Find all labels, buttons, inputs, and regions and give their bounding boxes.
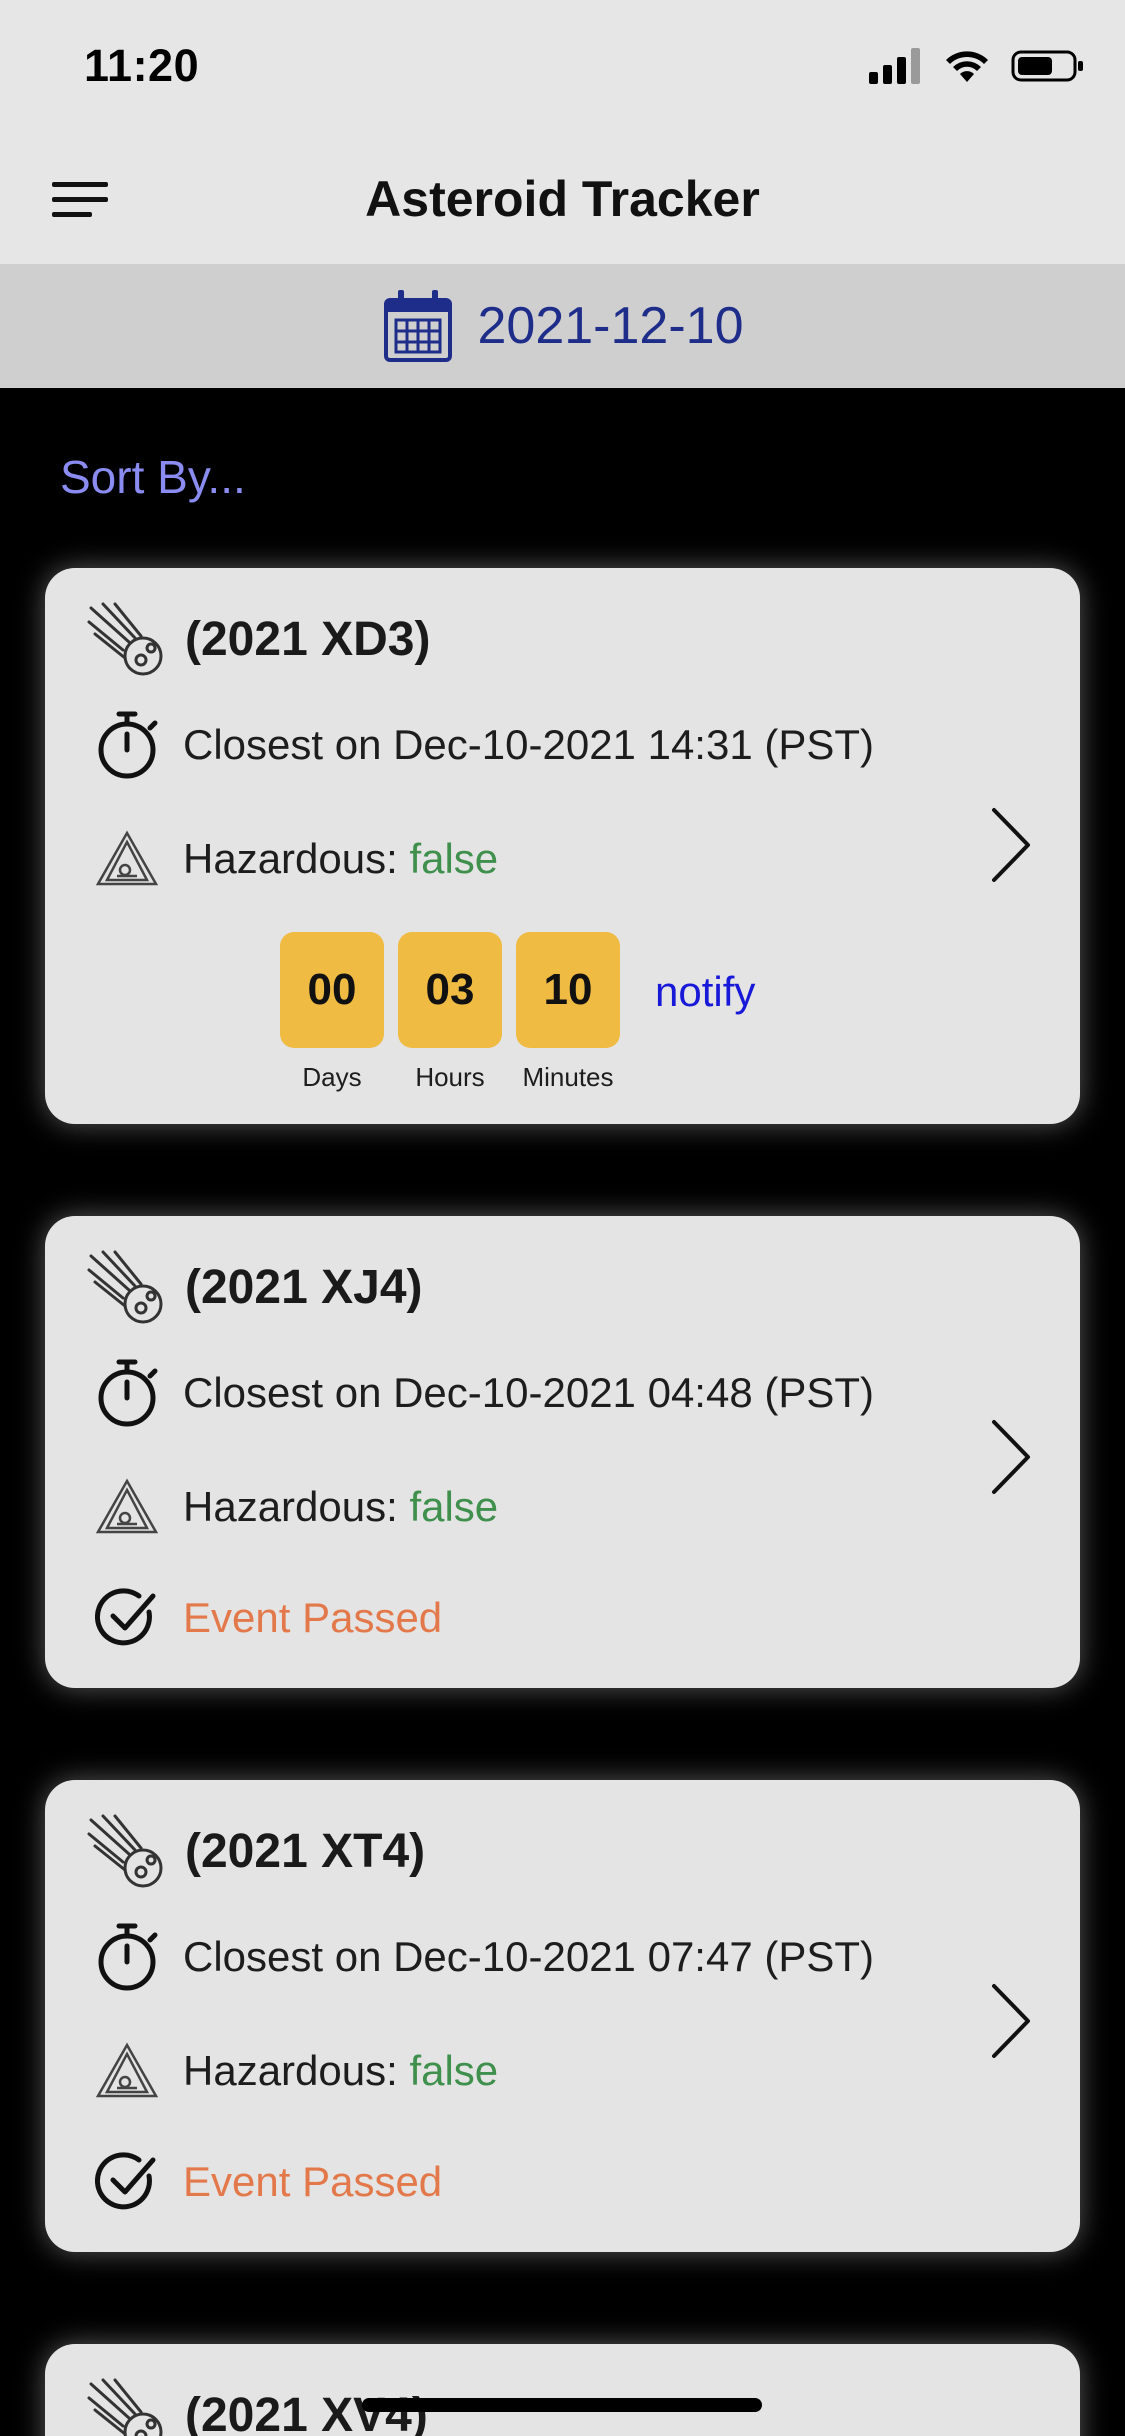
countdown-hours: 03 Hours: [398, 932, 502, 1093]
meteor-icon: [87, 2378, 163, 2436]
hazard-label: Hazardous:: [183, 835, 410, 882]
hazard-row: Hazardous: false: [95, 830, 498, 888]
hours-value: 03: [398, 932, 502, 1048]
hazard-warning-icon: [95, 1478, 159, 1534]
countdown-minutes: 10 Minutes: [516, 932, 620, 1093]
notify-button[interactable]: notify: [655, 968, 755, 1016]
chevron-right-icon[interactable]: [980, 800, 1040, 890]
app-screen: 11:20 Asteroid Tracker 2021-12-10 Sort B…: [0, 0, 1125, 2436]
minutes-value: 10: [516, 932, 620, 1048]
hazard-row: Hazardous: false: [95, 1478, 498, 1536]
battery-icon: [1011, 50, 1083, 82]
wifi-icon: [946, 51, 988, 82]
sort-by-button[interactable]: Sort By...: [60, 450, 246, 504]
chevron-right-icon[interactable]: [980, 1412, 1040, 1502]
status-time: 11:20: [84, 40, 200, 91]
meteor-icon: [87, 1250, 163, 1324]
hours-label: Hours: [415, 1062, 485, 1092]
hazard-value: false: [409, 835, 499, 882]
closest-approach-text: Closest on Dec-10-2021 14:31 (PST): [183, 721, 875, 768]
asteroid-card[interactable]: (2021 XV4): [45, 2344, 1080, 2436]
asteroid-name: (2021 XV4): [185, 2389, 428, 2436]
asteroid-name: (2021 XT4): [185, 1825, 426, 1878]
days-value: 00: [280, 932, 384, 1048]
asteroid-name: (2021 XJ4): [185, 1261, 423, 1314]
selected-date: 2021-12-10: [477, 297, 744, 355]
calendar-icon: [383, 290, 452, 362]
asteroid-card[interactable]: (2021 XD3) Closest on Dec-10-2021 14:31 …: [45, 568, 1080, 1124]
closest-approach-text: Closest on Dec-10-2021 04:48 (PST): [183, 1369, 875, 1416]
top-area: 11:20 Asteroid Tracker: [0, 0, 1125, 264]
countdown-timer: 00 Days 03 Hours 10 Minutes: [280, 932, 620, 1093]
hazard-text: Hazardous: false: [183, 1483, 498, 1531]
status-icons: [869, 48, 1085, 84]
check-circle-icon: [95, 2152, 156, 2210]
hazard-value: false: [409, 1483, 499, 1530]
meteor-icon: [87, 1814, 163, 1888]
meteor-icon: [87, 602, 163, 676]
status-row: Event Passed: [95, 1586, 442, 1650]
asteroid-name: (2021 XD3): [185, 613, 431, 666]
days-label: Days: [302, 1062, 362, 1092]
asteroid-card[interactable]: (2021 XJ4) Closest on Dec-10-2021 04:48 …: [45, 1216, 1080, 1688]
hazard-label: Hazardous:: [183, 1483, 410, 1530]
cellular-signal-icon: [869, 48, 920, 84]
countdown-days: 00 Days: [280, 932, 384, 1093]
closest-row: Closest on Dec-10-2021 14:31 (PST): [95, 710, 874, 780]
closest-row: Closest on Dec-10-2021 04:48 (PST): [95, 1358, 874, 1428]
minutes-label: Minutes: [522, 1062, 614, 1092]
hazard-text: Hazardous: false: [183, 2047, 498, 2095]
asteroid-card[interactable]: (2021 XT4) Closest on Dec-10-2021 07:47 …: [45, 1780, 1080, 2252]
event-status: Event Passed: [183, 1594, 443, 1641]
event-status: Event Passed: [183, 2158, 443, 2205]
closest-row: Closest on Dec-10-2021 07:47 (PST): [95, 1922, 874, 1992]
hazard-value: false: [409, 2047, 499, 2094]
stopwatch-icon: [98, 1923, 158, 1991]
page-title: Asteroid Tracker: [365, 171, 760, 227]
stopwatch-icon: [98, 711, 158, 779]
hazard-warning-icon: [95, 2042, 159, 2098]
chevron-right-icon[interactable]: [980, 1976, 1040, 2066]
navigation-bar: Asteroid Tracker: [0, 130, 1125, 264]
hazard-row: Hazardous: false: [95, 2042, 498, 2100]
closest-approach-text: Closest on Dec-10-2021 07:47 (PST): [183, 1933, 875, 1980]
hazard-warning-icon: [95, 830, 159, 886]
check-circle-icon: [95, 1588, 156, 1646]
home-indicator[interactable]: [362, 2398, 762, 2412]
hazard-text: Hazardous: false: [183, 835, 498, 883]
status-row: Event Passed: [95, 2150, 442, 2214]
date-picker[interactable]: 2021-12-10: [0, 264, 1125, 388]
hazard-label: Hazardous:: [183, 2047, 410, 2094]
stopwatch-icon: [98, 1359, 158, 1427]
